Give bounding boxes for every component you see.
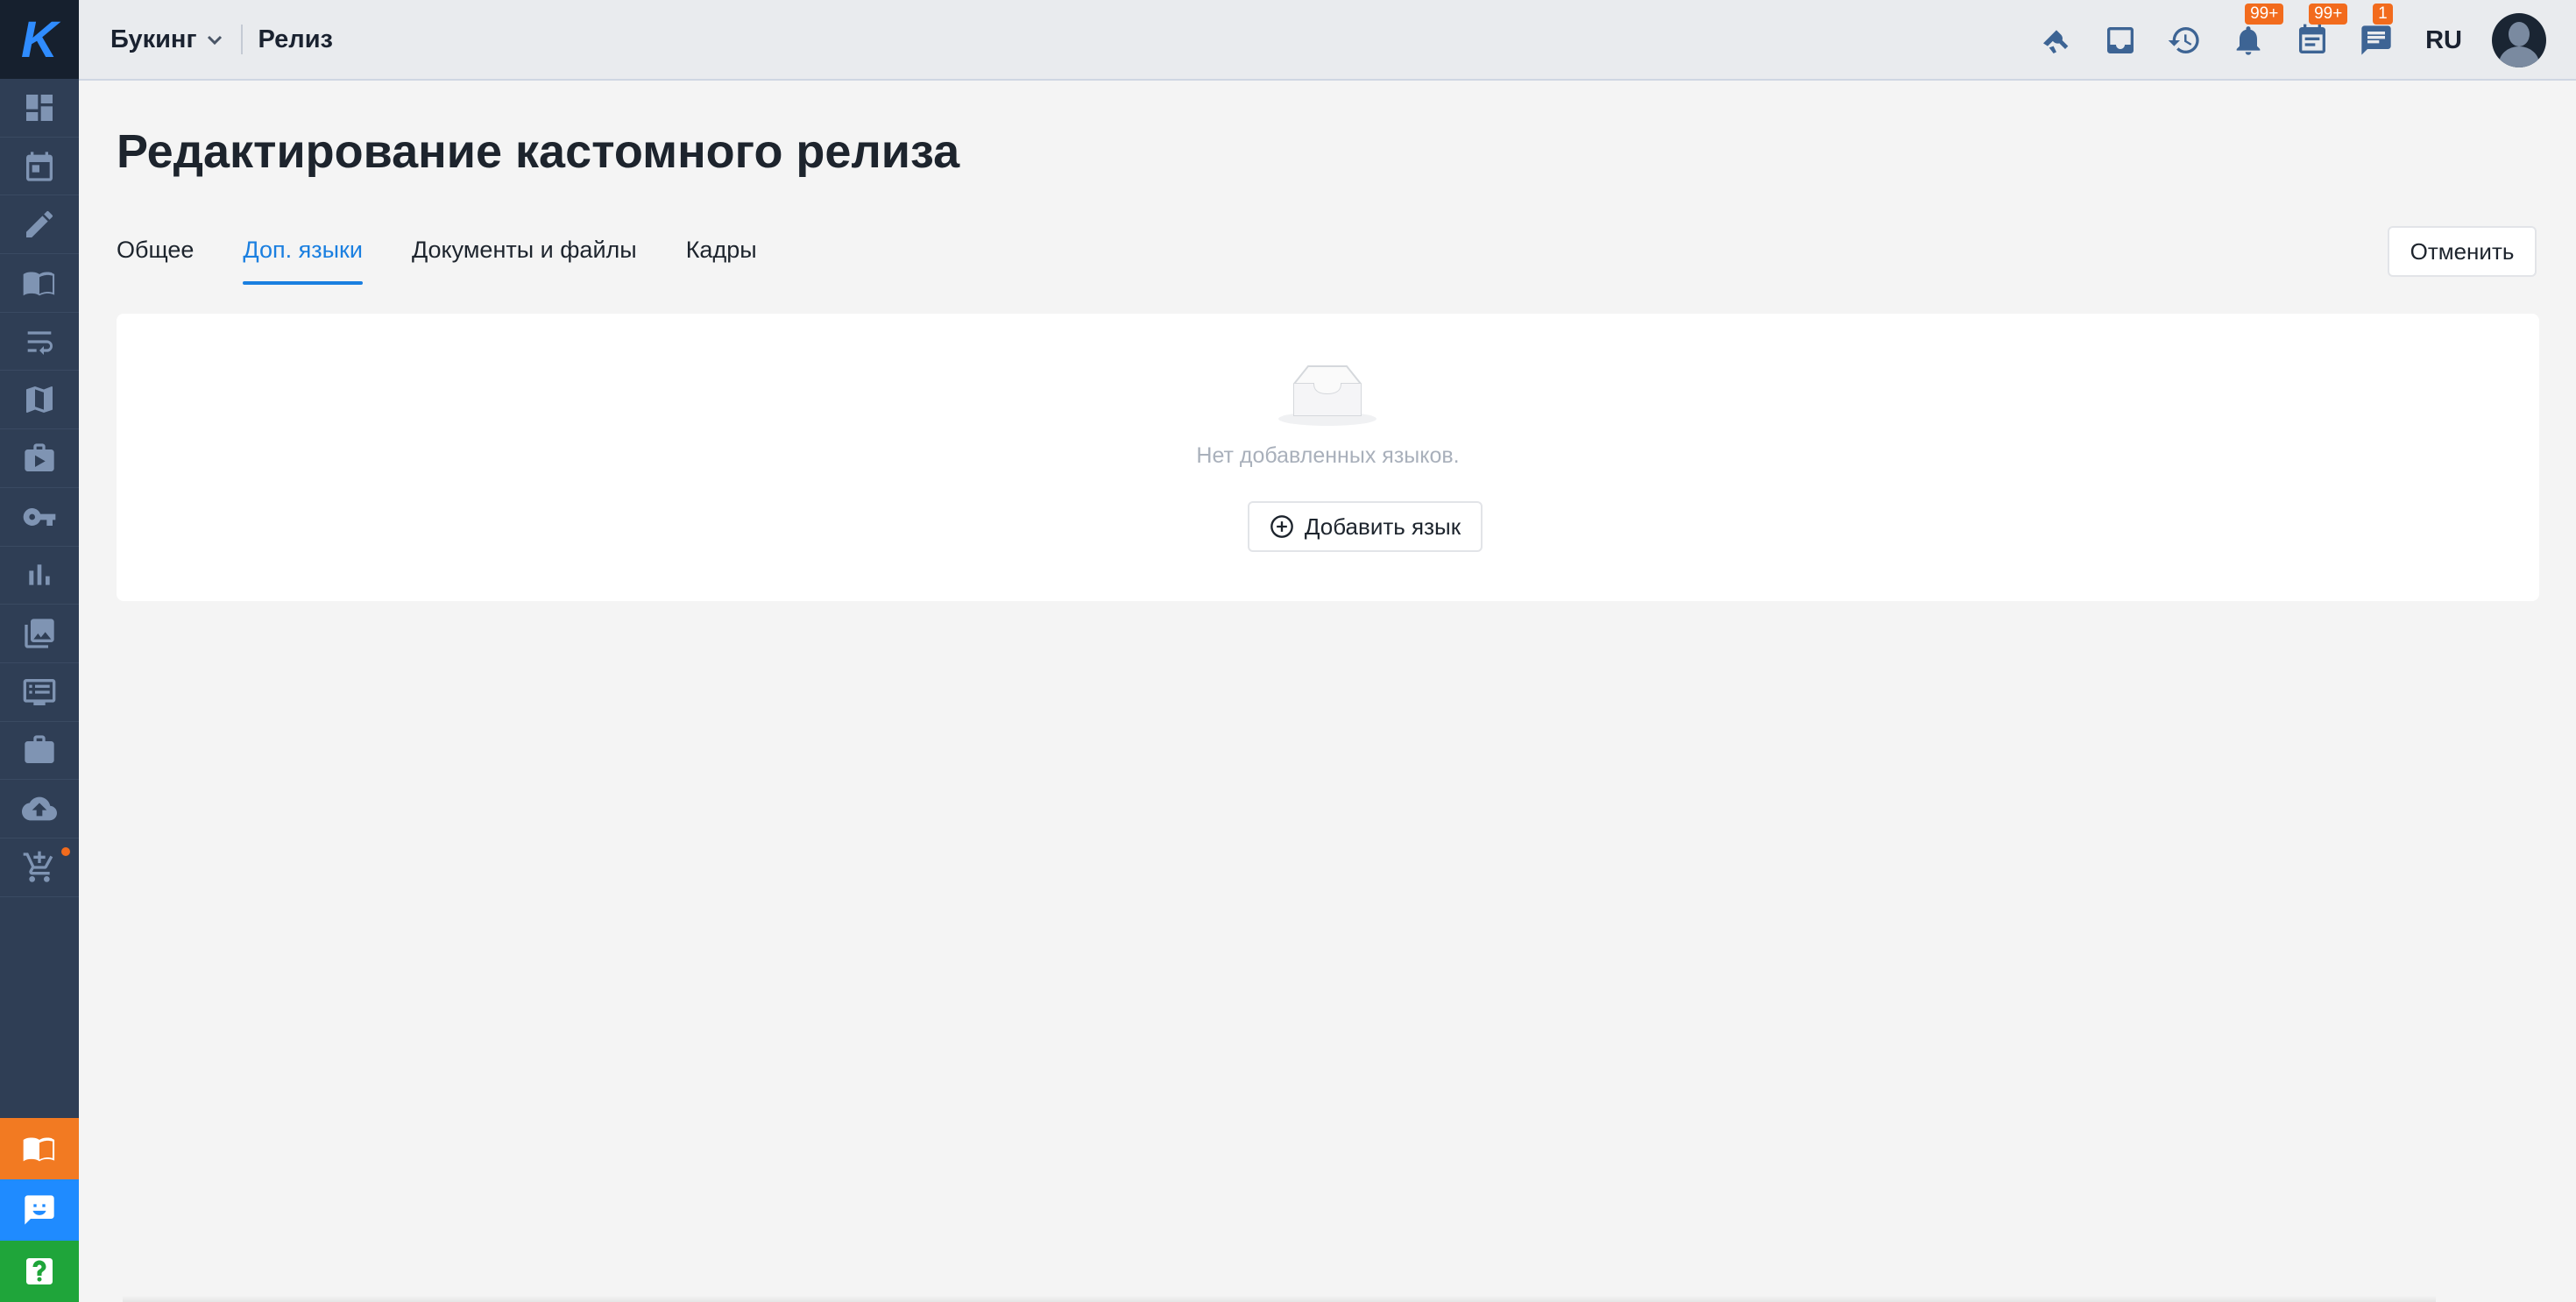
sidebar-item-screens[interactable] [0, 663, 79, 722]
history-button[interactable] [2165, 21, 2204, 60]
languages-card: Нет добавленных языков. Добавить язык [117, 314, 2539, 601]
sidebar-item-projects[interactable] [0, 722, 79, 781]
logo-text: K [21, 11, 58, 68]
announcements-button[interactable] [2037, 21, 2076, 60]
empty-state-text: Нет добавленных языков. [1196, 443, 1460, 468]
help-icon [26, 1258, 53, 1284]
tab-general[interactable]: Общее [117, 237, 194, 285]
add-language-button[interactable]: Добавить язык [1248, 501, 1483, 552]
sidebar-item-stats[interactable] [0, 547, 79, 605]
inbox-button[interactable] [2101, 21, 2140, 60]
cart-add-icon [23, 851, 53, 882]
photo-library-icon [25, 619, 54, 648]
task-list-icon [2299, 24, 2326, 54]
sidebar-item-dashboard[interactable] [0, 79, 79, 138]
add-language-label: Добавить язык [1304, 513, 1461, 540]
cloud-upload-icon [22, 796, 57, 821]
monitor-list-icon [23, 678, 56, 705]
sidebar-item-shop[interactable] [0, 839, 79, 897]
key-icon [23, 507, 56, 526]
map-icon [26, 386, 53, 414]
sidebar-item-keys[interactable] [0, 488, 79, 547]
megaphone-icon [2043, 30, 2069, 53]
pencil-icon [26, 211, 53, 238]
help-button[interactable] [0, 1241, 79, 1302]
plus-circle-icon [1270, 515, 1293, 538]
sidebar-item-library[interactable] [0, 254, 79, 313]
notifications-badge: 99+ [2245, 4, 2284, 25]
dashboard-icon [26, 94, 53, 121]
project-name: Букинг [110, 25, 197, 53]
project-selector[interactable]: Букинг [110, 25, 225, 54]
bar-chart-icon [29, 564, 50, 586]
sidebar-item-calendar[interactable] [0, 138, 79, 196]
app-root: K Букинг Релиз 99+ 99+ 1 RU Редактирован… [0, 0, 2576, 1302]
page-title: Редактирование кастомного релиза [117, 125, 960, 178]
video-folder-icon [25, 443, 54, 471]
sidebar-item-media[interactable] [0, 429, 79, 488]
messages-button[interactable]: 1 [2357, 4, 2396, 60]
sidebar-nav [0, 79, 79, 897]
wrap-text-icon [27, 330, 53, 355]
knowledge-base-button[interactable] [0, 1118, 79, 1179]
empty-inbox-icon [1278, 365, 1376, 426]
cancel-button[interactable]: Отменить [2388, 226, 2537, 277]
topbar-divider [240, 25, 243, 54]
notification-dot [61, 846, 70, 856]
message-icon [2361, 25, 2391, 55]
tasks-button[interactable]: 99+ [2293, 4, 2348, 60]
logo[interactable]: K [0, 0, 79, 79]
bottom-shadow [123, 1295, 2436, 1302]
messages-badge: 1 [2373, 4, 2393, 25]
calendar-icon [26, 151, 53, 181]
topbar: Букинг Релиз 99+ 99+ 1 RU [79, 0, 2576, 81]
sidebar: K [0, 0, 79, 1302]
chevron-down-icon [207, 35, 222, 46]
avatar[interactable] [2492, 13, 2546, 67]
bell-icon [2236, 26, 2261, 55]
tabs: Общее Доп. языки Документы и файлы Кадры [117, 237, 806, 285]
sidebar-item-edit[interactable] [0, 195, 79, 255]
section-title: Релиз [258, 25, 333, 53]
sidebar-bottom [0, 1118, 79, 1302]
sidebar-item-gallery[interactable] [0, 605, 79, 663]
avatar-body-shape [2499, 46, 2539, 67]
tab-documents-files[interactable]: Документы и файлы [412, 237, 637, 285]
book-icon [23, 272, 55, 296]
sidebar-item-map[interactable] [0, 371, 79, 430]
topbar-actions: 99+ 99+ 1 RU [2012, 0, 2546, 81]
inbox-icon [2107, 27, 2134, 53]
book-open-icon [23, 1137, 55, 1162]
briefcase-icon [25, 735, 54, 764]
sidebar-item-wrap[interactable] [0, 313, 79, 371]
tab-additional-languages[interactable]: Доп. языки [243, 237, 363, 285]
history-icon [2168, 27, 2199, 54]
tasks-badge: 99+ [2309, 4, 2348, 25]
chat-smile-icon [25, 1195, 54, 1225]
avatar-head-shape [2509, 22, 2530, 46]
notifications-button[interactable]: 99+ [2229, 4, 2284, 60]
tab-frames[interactable]: Кадры [686, 237, 757, 285]
chat-button[interactable] [0, 1179, 79, 1241]
sidebar-item-upload[interactable] [0, 780, 79, 839]
language-switcher[interactable]: RU [2425, 26, 2462, 55]
